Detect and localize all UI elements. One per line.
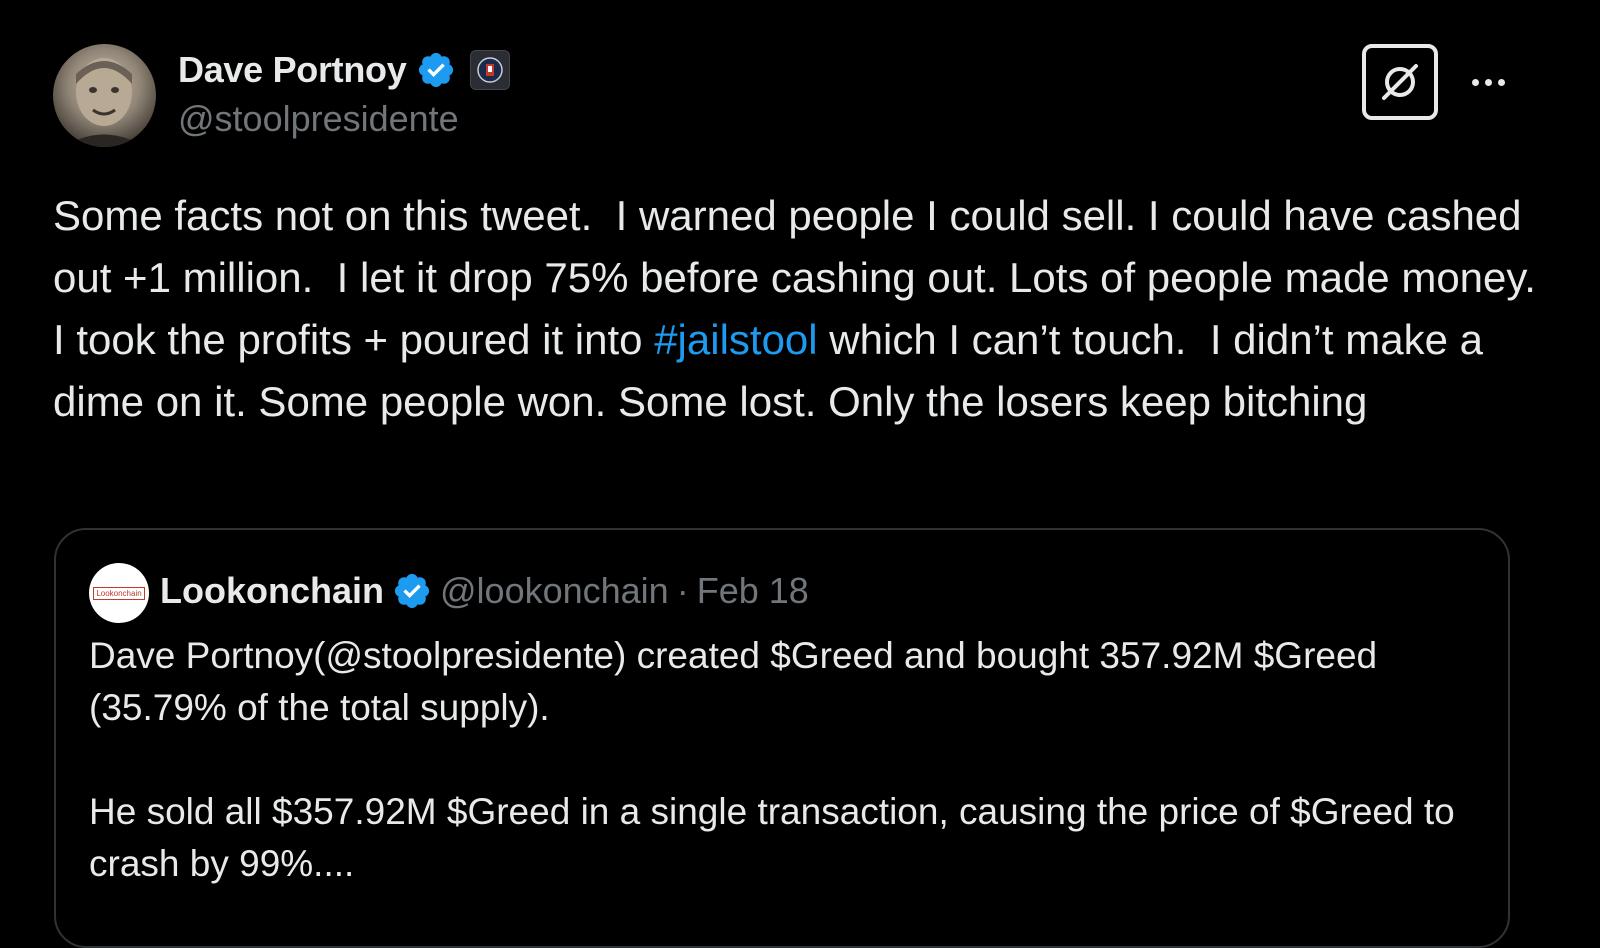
hashtag-link[interactable]: #jailstool [654, 316, 817, 363]
author-avatar[interactable] [53, 44, 156, 147]
quoted-handle[interactable]: @lookonchain [440, 570, 669, 612]
quoted-date[interactable]: Feb 18 [697, 570, 809, 612]
quoted-header: Lookonchain @lookonchain · Feb 18 [160, 566, 809, 616]
more-options-button[interactable] [1466, 60, 1510, 104]
more-icon [1471, 78, 1479, 86]
quoted-paragraph: Dave Portnoy(@stoolpresidente) created $… [89, 635, 1378, 728]
quoted-text: Dave Portnoy(@stoolpresidente) created $… [89, 630, 1479, 890]
lookonchain-logo: Lookonchain [93, 586, 145, 600]
quoted-paragraph: He sold all $357.92M $Greed in a single … [89, 791, 1455, 884]
more-icon-dot [1484, 78, 1492, 86]
quoted-display-name[interactable]: Lookonchain [160, 570, 384, 612]
verified-badge-icon[interactable] [392, 571, 432, 611]
separator-dot: · [676, 570, 689, 611]
tweet-text: Some facts not on this tweet. I warned p… [53, 185, 1543, 433]
author-display-name[interactable]: Dave Portnoy [178, 49, 407, 91]
grok-icon [1382, 64, 1418, 100]
avatar-photo [63, 58, 145, 147]
quoted-author-avatar[interactable]: Lookonchain [89, 563, 149, 623]
barstool-badge-icon[interactable] [470, 50, 511, 90]
author-handle[interactable]: @stoolpresidente [178, 98, 459, 140]
tweet: Dave Portnoy @stoolpresidente Some facts… [0, 0, 1600, 948]
author-name-row: Dave Portnoy [178, 46, 511, 94]
verified-badge-icon[interactable] [416, 50, 456, 90]
quoted-tweet-card[interactable]: Lookonchain Lookonchain @lookonchain · F… [54, 528, 1510, 948]
grok-button[interactable] [1362, 44, 1438, 120]
more-icon-dot [1497, 78, 1505, 86]
